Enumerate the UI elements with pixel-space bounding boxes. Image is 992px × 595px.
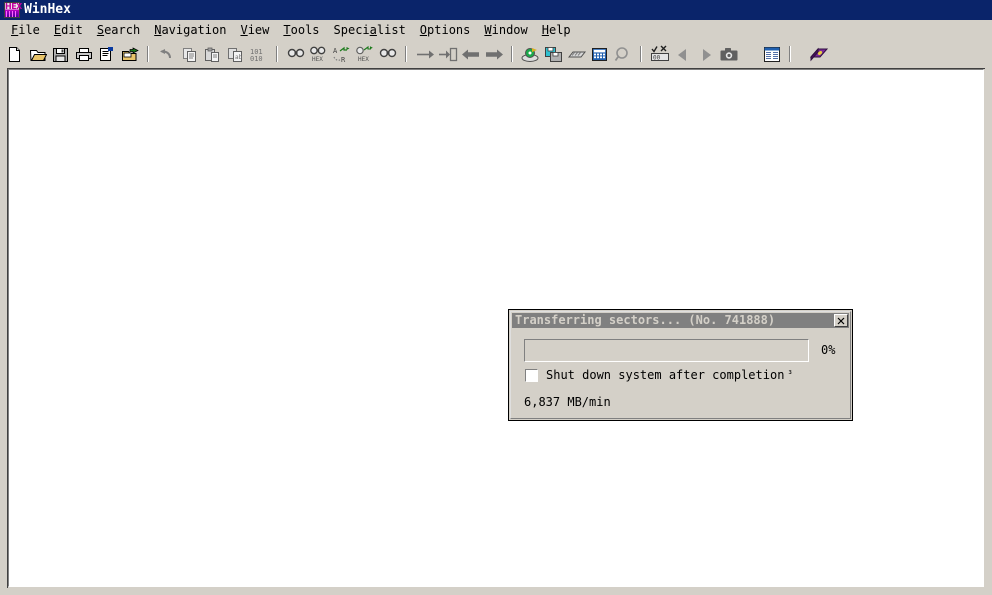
window-title: WinHex — [24, 2, 71, 17]
replace-text-icon[interactable]: A R — [330, 43, 353, 65]
goto-offset-icon[interactable] — [413, 43, 436, 65]
paste-icon[interactable] — [201, 43, 224, 65]
progress-row: 0% — [509, 338, 852, 362]
new-file-icon[interactable] — [3, 43, 26, 65]
find-text-icon[interactable] — [284, 43, 307, 65]
toolbar-separator — [511, 46, 513, 62]
navigate-back-icon[interactable] — [459, 43, 482, 65]
toolbar-separator — [640, 46, 642, 62]
menu-item-navigation[interactable]: Navigation — [147, 21, 233, 40]
shutdown-checkbox-label[interactable]: Shut down system after completion — [546, 368, 784, 382]
svg-text:010: 010 — [250, 55, 263, 63]
shutdown-checkbox[interactable] — [525, 368, 538, 382]
checksum-icon[interactable]: 00 — [648, 43, 671, 65]
svg-text:00: 00 — [653, 55, 661, 62]
menu-item-help[interactable]: Help — [535, 21, 578, 40]
winhex-app-icon[interactable]: HEX — [4, 2, 22, 18]
next-triangle-icon[interactable] — [694, 43, 717, 65]
progress-percent-label: 0% — [821, 343, 836, 357]
shutdown-after-completion-row[interactable]: Shut down system after completion ³ — [525, 368, 793, 382]
magnifier-icon[interactable] — [611, 43, 634, 65]
toolbar-separator — [276, 46, 278, 62]
menubar: File Edit Search Navigation View Tools S… — [0, 20, 992, 41]
shutdown-footnote-marker: ³ — [787, 370, 793, 380]
undo-icon[interactable] — [155, 43, 178, 65]
menu-item-specialist[interactable]: Specialist — [327, 21, 413, 40]
svg-text:HEX: HEX — [312, 56, 323, 63]
svg-text:ab: ab — [235, 54, 243, 61]
menu-item-view[interactable]: View — [233, 21, 276, 40]
save-disk-icon[interactable] — [49, 43, 72, 65]
find-again-icon[interactable] — [376, 43, 399, 65]
toolbar-separator — [405, 46, 407, 62]
toolbar: ab 101 010 HEX A R HEX 00 — [0, 41, 992, 67]
properties-icon[interactable] — [95, 43, 118, 65]
toolbar-separator — [147, 46, 149, 62]
ram-chip-icon[interactable] — [565, 43, 588, 65]
window-titlebar[interactable]: HEX WinHex — [0, 0, 992, 20]
open-folder-arrow-icon[interactable] — [118, 43, 141, 65]
calculator-icon[interactable] — [588, 43, 611, 65]
close-icon[interactable] — [834, 314, 848, 327]
prev-triangle-icon[interactable] — [671, 43, 694, 65]
app-icon-hex-text: HEX — [5, 2, 22, 11]
dialog-title: Transferring sectors... (No. 741888) — [515, 313, 776, 327]
find-hex-icon[interactable]: HEX — [307, 43, 330, 65]
menu-item-edit[interactable]: Edit — [47, 21, 90, 40]
menu-item-options[interactable]: Options — [413, 21, 478, 40]
navigate-forward-icon[interactable] — [482, 43, 505, 65]
menu-item-search[interactable]: Search — [90, 21, 147, 40]
svg-text:R: R — [341, 56, 346, 63]
menu-item-window[interactable]: Window — [477, 21, 534, 40]
menu-item-tools[interactable]: Tools — [276, 21, 326, 40]
app-icon-pattern — [6, 11, 18, 17]
print-icon[interactable] — [72, 43, 95, 65]
svg-text:A: A — [333, 47, 338, 55]
transfer-progress-bar — [524, 338, 809, 362]
copy-icon[interactable] — [178, 43, 201, 65]
open-disk-icon[interactable] — [519, 43, 542, 65]
dialog-titlebar[interactable]: Transferring sectors... (No. 741888) — [512, 313, 849, 328]
transfer-speed-label: 6,837 MB/min — [524, 395, 611, 409]
manual-book-icon[interactable] — [807, 43, 830, 65]
svg-text:HEX: HEX — [358, 56, 369, 63]
open-folder-icon[interactable] — [26, 43, 49, 65]
binary-101-icon[interactable]: 101 010 — [247, 43, 270, 65]
backup-disk-icon[interactable] — [542, 43, 565, 65]
camera-snapshot-icon[interactable] — [717, 43, 740, 65]
paste-special-icon[interactable]: ab — [224, 43, 247, 65]
replace-hex-icon[interactable]: HEX — [353, 43, 376, 65]
toolbar-separator — [789, 46, 791, 62]
goto-page-icon[interactable] — [436, 43, 459, 65]
data-table-icon[interactable] — [760, 43, 783, 65]
transfer-progress-dialog[interactable]: Transferring sectors... (No. 741888) 0% … — [508, 309, 853, 421]
menu-item-file[interactable]: File — [4, 21, 47, 40]
